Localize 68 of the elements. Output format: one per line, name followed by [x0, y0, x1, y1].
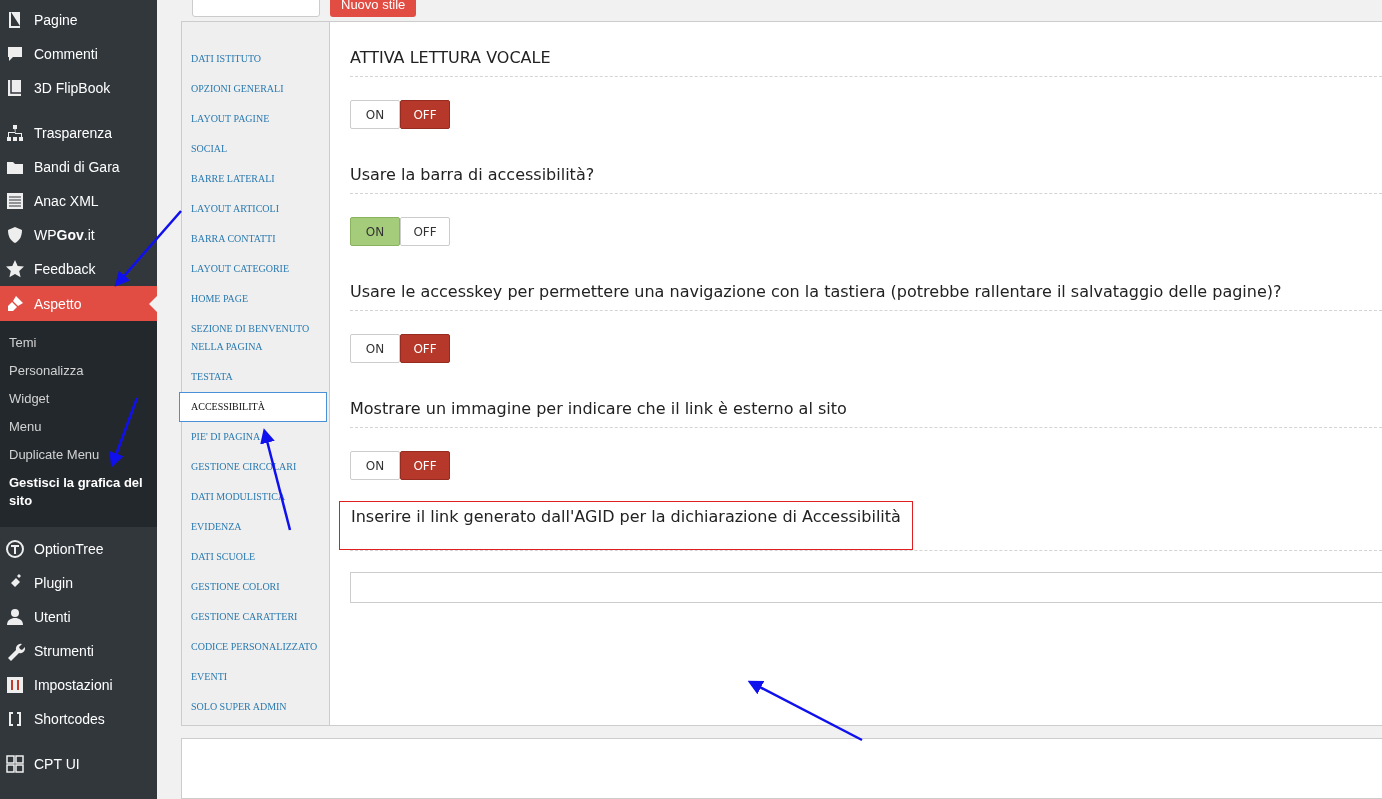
admin-menu-entry[interactable]: WPGov.it — [0, 218, 157, 252]
link-input-field[interactable] — [350, 572, 1382, 603]
admin-menu-entry[interactable]: Trasparenza — [0, 116, 157, 150]
options-tab[interactable]: BARRE LATERALI — [182, 170, 329, 188]
options-tab[interactable]: PIE' DI PAGINA — [182, 428, 329, 446]
submenu-item[interactable]: Temi — [0, 334, 157, 352]
off-toggle-button[interactable]: OFF — [400, 334, 450, 363]
options-tab[interactable]: HOME PAGE — [182, 290, 329, 308]
options-tab[interactable]: SOLO SUPER ADMIN — [182, 698, 329, 716]
options-tab[interactable]: LAYOUT PAGINE — [182, 110, 329, 128]
brush-icon — [5, 293, 25, 314]
admin-menu-entry[interactable]: CPT UI — [0, 747, 157, 781]
admin-menu-entry[interactable]: Anac XML — [0, 184, 157, 218]
setting-label: Mostrare un immagine per indicare che il link è esterno al sito — [350, 398, 847, 420]
submenu-item[interactable]: Duplicate Menu — [0, 446, 157, 464]
options-tab[interactable]: DATI ISTITUTO — [182, 50, 329, 68]
submenu-item[interactable]: Personalizza — [0, 362, 157, 380]
admin-menu-entry[interactable]: 3D FlipBook — [0, 71, 157, 105]
options-tab[interactable]: OPZIONI GENERALI — [182, 80, 329, 98]
options-tab[interactable]: TESTATA — [182, 368, 329, 386]
sliders-icon — [5, 675, 25, 695]
setting-label: Inserire il link generato dall'AGID per la dichiarazione di Accessibilità — [339, 501, 913, 550]
admin-menu-entry[interactable]: Commenti — [0, 37, 157, 71]
admin-menu-entry[interactable]: Strumenti — [0, 634, 157, 668]
off-toggle-button[interactable]: OFF — [400, 217, 450, 246]
options-tab[interactable]: DATI SCUOLE — [182, 548, 329, 566]
off-toggle-button[interactable]: OFF — [400, 451, 450, 480]
options-tab[interactable]: ACCESSIBILITÀ — [179, 392, 327, 422]
admin-menu-entry[interactable]: Feedback — [0, 252, 157, 286]
options-tab[interactable]: SOCIAL — [182, 140, 329, 158]
admin-menu-entry[interactable]: Impostazioni — [0, 668, 157, 702]
options-tab[interactable]: GESTIONE COLORI — [182, 578, 329, 596]
options-tab[interactable]: GESTIONE CARATTERI — [182, 608, 329, 626]
admin-menu-entry[interactable]: Utenti — [0, 600, 157, 634]
comment-icon — [5, 44, 25, 64]
options-tab[interactable]: CODICE PERSONALIZZATO — [182, 638, 329, 656]
submenu-item[interactable]: Widget — [0, 390, 157, 408]
options-tab[interactable]: EVIDENZA — [182, 518, 329, 536]
badge-icon — [5, 539, 25, 559]
list-icon — [5, 191, 25, 211]
sitemap-icon — [5, 123, 25, 143]
admin-menu-entry[interactable]: Shortcodes — [0, 702, 157, 736]
new-style-button[interactable]: Nuovo stile — [330, 0, 417, 17]
options-tab[interactable]: SEZIONE DI BENVENUTO NELLA PAGINA — [182, 320, 329, 356]
user-icon — [5, 607, 25, 627]
setting-label: ATTIVA LETTURA VOCALE — [350, 47, 551, 69]
options-tab[interactable]: EVENTI — [182, 668, 329, 686]
annotation-arrow — [109, 397, 139, 468]
star-icon — [5, 259, 25, 279]
admin-menu-entry[interactable]: OptionTree — [0, 532, 157, 566]
admin-menu-entry[interactable]: Pagine — [0, 3, 157, 37]
admin-menu-entry[interactable]: Plugin — [0, 566, 157, 600]
on-toggle-button[interactable]: ON — [350, 100, 400, 129]
off-toggle-button[interactable]: OFF — [400, 100, 450, 129]
options-tab[interactable]: BARRA CONTATTI — [182, 230, 329, 248]
options-tab[interactable]: LAYOUT ARTICOLI — [182, 200, 329, 218]
on-toggle-button[interactable]: ON — [350, 217, 400, 246]
on-toggle-button[interactable]: ON — [350, 334, 400, 363]
setting-label: Usare le accesskey per permettere una navigazione con la tastiera (potrebbe rallentare il salvataggio delle pagine)? — [350, 281, 1282, 303]
options-tab[interactable]: LAYOUT CATEGORIE — [182, 260, 329, 278]
submenu-item[interactable]: Menu — [0, 418, 157, 436]
admin-menu-entry[interactable]: Bandi di Gara — [0, 150, 157, 184]
current-admin-menu-entry[interactable]: Aspetto — [0, 286, 157, 321]
setting-label: Usare la barra di accessibilità? — [350, 164, 595, 186]
grid-icon — [5, 754, 25, 774]
submenu-item[interactable]: Gestisci la grafica del sito — [0, 474, 157, 510]
shield-icon — [5, 225, 25, 245]
on-toggle-button[interactable]: ON — [350, 451, 400, 480]
